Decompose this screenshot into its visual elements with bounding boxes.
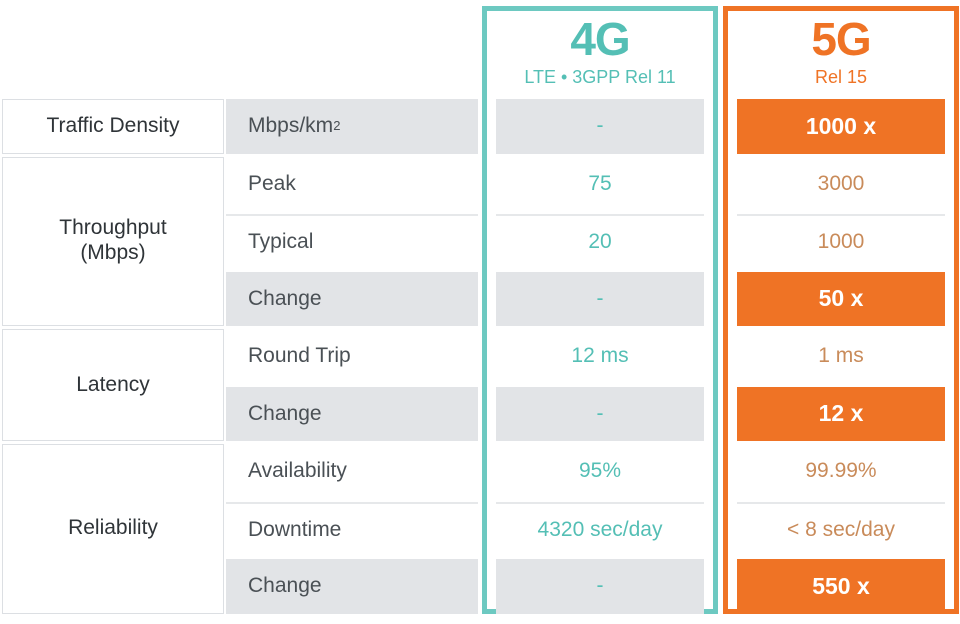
carrier-header-5g: 5G Rel 15 [723,6,959,98]
value-5g: 1000 [737,214,945,269]
metric-label: Mbps/km 2 [226,99,478,154]
value-4g: 12 ms [496,329,704,384]
value-5g: 99.99% [737,444,945,499]
metric-label: Downtime [226,501,478,556]
value-5g: 1 ms [737,329,945,384]
value-5g-highlight: 1000 x [737,99,945,154]
carrier-header-4g: 4G LTE • 3GPP Rel 11 [482,6,718,98]
table-row: Availability 95% 99.99% [0,444,960,499]
carrier-subtitle-4g: LTE • 3GPP Rel 11 [524,67,676,88]
carrier-generation-5g: 5G [811,13,871,66]
value-5g: 3000 [737,156,945,211]
comparison-table: 4G LTE • 3GPP Rel 11 5G Rel 15 Traffic D… [0,0,960,624]
metric-label: Round Trip [226,329,478,384]
value-4g: - [496,99,704,154]
table-row: Round Trip 12 ms 1 ms [0,329,960,384]
value-4g: - [496,386,704,441]
metric-label: Change [226,559,478,614]
value-5g-highlight: 550 x [737,559,945,614]
metric-label: Change [226,271,478,326]
value-4g: 20 [496,214,704,269]
value-4g: 4320 sec/day [496,501,704,556]
carrier-subtitle-5g: Rel 15 [814,67,868,88]
table-row: Peak 75 3000 [0,156,960,211]
metric-label: Typical [226,214,478,269]
value-5g-highlight: 50 x [737,271,945,326]
metric-label: Peak [226,156,478,211]
value-4g: 95% [496,444,704,499]
table-row: Downtime 4320 sec/day < 8 sec/day [0,501,960,556]
value-5g-highlight: 12 x [737,386,945,441]
table-row: Change -50 x [0,271,960,326]
metric-label: Change [226,386,478,441]
table-row: Mbps/km 2-1000 x [0,99,960,154]
value-4g: - [496,559,704,614]
carrier-generation-4g: 4G [570,13,630,66]
table-row: Typical 20 1000 [0,214,960,269]
table-row: Change -550 x [0,559,960,614]
value-4g: 75 [496,156,704,211]
metric-label: Availability [226,444,478,499]
value-5g: < 8 sec/day [737,501,945,556]
value-4g: - [496,271,704,326]
table-row: Change -12 x [0,386,960,441]
